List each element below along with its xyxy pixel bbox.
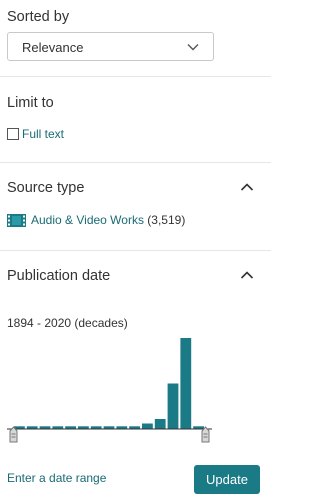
publication-date-heading: Publication date	[7, 268, 111, 284]
chevron-up-icon[interactable]	[240, 182, 254, 192]
limit-to-heading: Limit to	[7, 95, 54, 111]
sorted-by-heading: Sorted by	[7, 9, 70, 25]
slider-handle-end[interactable]	[201, 426, 210, 443]
histogram-bar	[142, 423, 153, 429]
enter-date-range-link[interactable]: Enter a date range	[7, 471, 106, 485]
sort-selected-value: Relevance	[22, 40, 84, 55]
source-type-heading: Source type	[7, 180, 85, 196]
divider	[0, 76, 271, 77]
divider	[0, 162, 271, 163]
film-icon	[7, 214, 26, 227]
sort-select[interactable]: Relevance	[7, 32, 214, 61]
histogram-bar	[154, 419, 166, 429]
chevron-down-icon	[187, 44, 199, 51]
date-range-label: 1894 - 2020 (decades)	[7, 316, 128, 330]
chevron-up-icon[interactable]	[240, 270, 254, 280]
full-text-label[interactable]: Full text	[22, 127, 64, 141]
full-text-checkbox[interactable]	[7, 128, 19, 140]
slider-handle-start[interactable]	[9, 426, 18, 443]
source-type-label[interactable]: Audio & Video Works	[31, 213, 144, 227]
source-type-count: (3,519)	[147, 213, 186, 227]
divider	[0, 250, 271, 251]
histogram-bar	[167, 383, 179, 429]
publication-date-histogram	[7, 338, 212, 443]
histogram-bar	[180, 338, 192, 429]
update-button[interactable]: Update	[194, 465, 260, 494]
